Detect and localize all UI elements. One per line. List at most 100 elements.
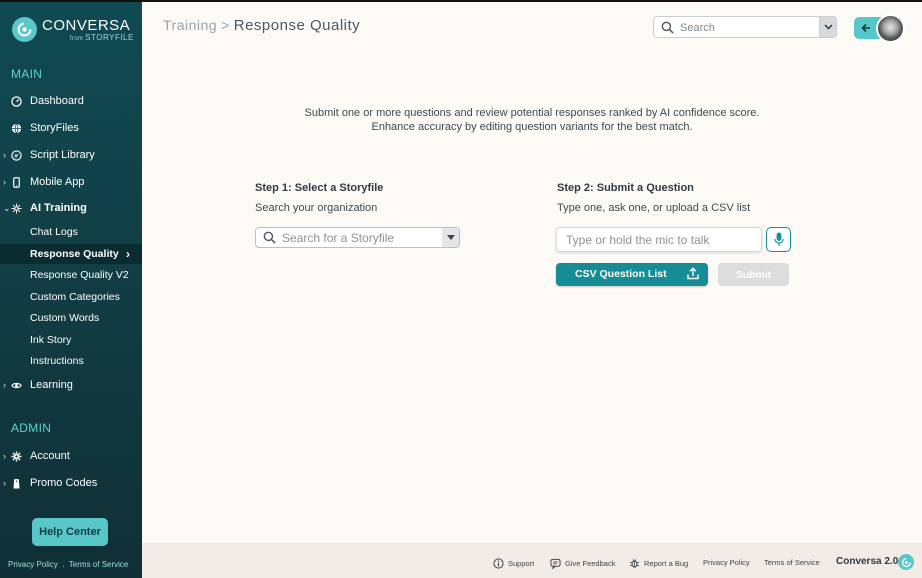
sidebar-item-label: Mobile App <box>30 176 85 188</box>
search-icon <box>661 21 674 39</box>
intro-line-1: Submit one or more questions and review … <box>304 107 760 119</box>
sidebar-item-label: Promo Codes <box>30 477 98 489</box>
search-input[interactable] <box>680 20 810 35</box>
brand-name: CONVERSA <box>42 16 131 34</box>
step2-title: Step 2: Submit a Question <box>557 182 694 194</box>
chevron-right-icon: › <box>3 380 6 390</box>
question-input[interactable] <box>566 232 756 248</box>
sidebar-subitem-label: Response Quality <box>30 248 119 260</box>
tag-icon <box>11 478 22 489</box>
sidebar-item-account[interactable]: › Account <box>0 446 142 466</box>
section-main-title: MAIN <box>11 67 43 81</box>
footer-separator: . <box>62 560 65 569</box>
sidebar-item-label: Learning <box>30 379 73 391</box>
breadcrumb: Training > Response Quality <box>163 17 360 34</box>
footer: Support Give Feedback Report a Bug Priva… <box>142 543 922 578</box>
brand-from: from <box>70 35 84 42</box>
brand-sub: STORYFILE <box>85 32 134 42</box>
footer-brand: Conversa 2.0 <box>836 556 899 567</box>
question-field[interactable] <box>556 227 762 252</box>
sidebar-subitem-instructions[interactable]: Instructions <box>0 351 142 371</box>
sidebar-item-storyfiles[interactable]: StoryFiles <box>0 118 142 138</box>
section-admin-title: ADMIN <box>11 421 52 435</box>
sidebar: CONVERSA from STORYFILE MAIN Dashboard S… <box>0 2 142 578</box>
sidebar-item-label: StoryFiles <box>30 122 79 134</box>
feedback-icon <box>550 558 561 569</box>
breadcrumb-training[interactable]: Training <box>163 17 217 33</box>
sidebar-item-script-library[interactable]: › Script Library <box>0 145 142 165</box>
storyfile-search-input[interactable] <box>282 230 432 246</box>
page-title: Response Quality <box>233 17 361 34</box>
sidebar-item-learning[interactable]: › Learning <box>0 375 142 395</box>
footer-privacy-policy-link[interactable]: Privacy Policy <box>703 558 750 567</box>
step1-subtitle: Search your organization <box>255 202 378 214</box>
chevron-right-icon: › <box>3 150 6 160</box>
sidebar-subitem-chat-logs[interactable]: Chat Logs <box>0 222 142 242</box>
sidebar-subitem-label: Response Quality V2 <box>30 269 129 281</box>
conversa-footer-logo-icon <box>898 554 914 570</box>
top-header: Training > Response Quality <box>142 2 922 48</box>
chevron-right-icon: › <box>126 247 130 261</box>
chevron-down-icon <box>823 24 833 30</box>
learning-icon <box>11 380 22 391</box>
sidebar-subitem-label: Custom Words <box>30 312 100 324</box>
chevron-down-icon: ⌄ <box>3 202 11 213</box>
sidebar-item-dashboard[interactable]: Dashboard <box>0 91 142 111</box>
global-search[interactable] <box>653 16 837 38</box>
bug-icon <box>629 558 640 569</box>
sidebar-subitem-ink-story[interactable]: Ink Story <box>0 330 142 350</box>
support-link[interactable]: Support <box>493 558 534 569</box>
user-avatar[interactable] <box>876 14 905 43</box>
sidebar-item-label: Account <box>30 450 70 462</box>
sidebar-subitem-response-quality-v2[interactable]: Response Quality V2 <box>0 265 142 285</box>
sidebar-item-ai-training[interactable]: ⌄ AI Training <box>0 198 142 218</box>
globe-icon <box>11 123 22 134</box>
sidebar-subitem-label: Custom Categories <box>30 291 120 303</box>
sidebar-footer: Privacy Policy . Terms of Service <box>8 560 128 569</box>
intro-text: Submit one or more questions and review … <box>142 106 922 134</box>
sidebar-item-label: Dashboard <box>30 95 84 107</box>
sparkle-icon <box>11 202 22 214</box>
chevron-right-icon: › <box>3 451 6 461</box>
breadcrumb-separator: > <box>221 17 230 33</box>
csv-button-label: CSV Question List <box>575 268 667 280</box>
chevron-right-icon: › <box>3 478 6 488</box>
sidebar-subitem-response-quality[interactable]: Response Quality › <box>0 244 142 264</box>
caret-down-icon <box>446 235 455 240</box>
mic-button[interactable] <box>766 227 791 252</box>
microphone-icon <box>773 232 784 246</box>
footer-terms-link[interactable]: Terms of Service <box>764 558 820 567</box>
feedback-label: Give Feedback <box>565 559 616 568</box>
sidebar-item-label: AI Training <box>30 202 87 214</box>
csv-question-list-button[interactable]: CSV Question List <box>556 263 708 286</box>
sidebar-item-mobile-app[interactable]: › Mobile App <box>0 172 142 192</box>
storyfile-dropdown-button[interactable] <box>442 228 459 247</box>
info-icon <box>493 558 504 569</box>
terms-of-service-link[interactable]: Terms of Service <box>69 560 129 569</box>
sidebar-item-promo-codes[interactable]: › Promo Codes <box>0 473 142 493</box>
sidebar-subitem-custom-categories[interactable]: Custom Categories <box>0 287 142 307</box>
gear-icon <box>11 450 22 462</box>
intro-line-2: Enhance accuracy by editing question var… <box>371 121 693 133</box>
report-bug-link[interactable]: Report a Bug <box>629 558 688 569</box>
arrow-left-icon <box>861 23 870 33</box>
privacy-policy-link[interactable]: Privacy Policy <box>8 560 58 569</box>
search-dropdown-button[interactable] <box>819 17 836 37</box>
support-label: Support <box>508 559 535 568</box>
chevron-right-icon: › <box>3 177 6 187</box>
submit-button[interactable]: Submit <box>718 263 789 286</box>
step1-title: Step 1: Select a Storyfile <box>255 182 384 194</box>
logo[interactable]: CONVERSA from STORYFILE <box>12 17 134 42</box>
script-icon <box>11 149 22 161</box>
sidebar-item-label: Script Library <box>30 149 95 161</box>
give-feedback-link[interactable]: Give Feedback <box>550 558 615 569</box>
sidebar-subitem-label: Ink Story <box>30 334 72 346</box>
conversa-logo-icon <box>12 17 37 42</box>
storyfile-search[interactable] <box>255 227 460 248</box>
help-center-button[interactable]: Help Center <box>32 518 108 546</box>
sidebar-subitem-custom-words[interactable]: Custom Words <box>0 308 142 328</box>
search-icon <box>263 231 276 249</box>
upload-icon <box>687 267 699 283</box>
step2-subtitle: Type one, ask one, or upload a CSV list <box>557 202 751 214</box>
mobile-icon <box>11 176 22 188</box>
